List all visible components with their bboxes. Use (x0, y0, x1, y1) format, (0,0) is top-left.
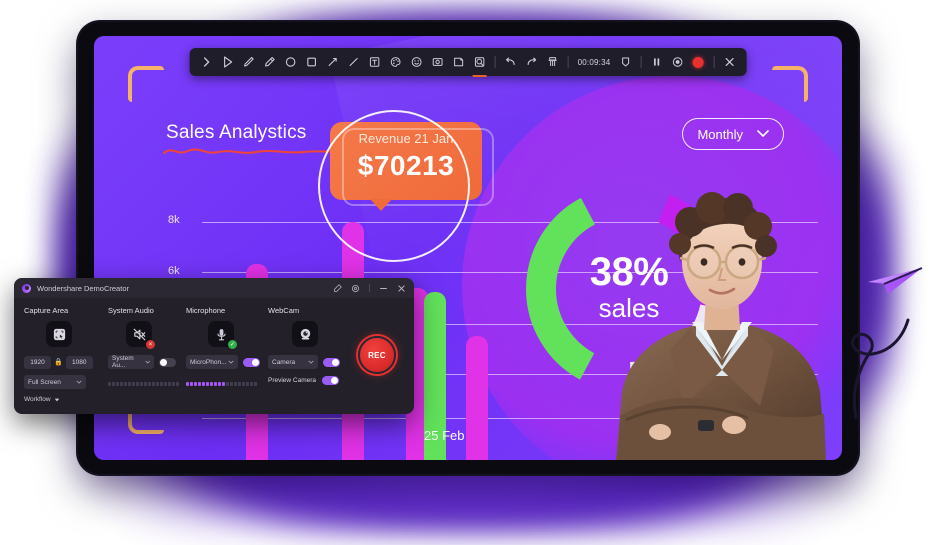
camera-toggle[interactable] (323, 357, 340, 367)
ellipse-tool-icon[interactable] (281, 52, 301, 72)
chart-bar-last (466, 336, 488, 460)
settings-gear-icon[interactable] (351, 284, 360, 293)
record-dot-icon (692, 56, 704, 68)
microphone-enabled-badge: ✓ (228, 340, 237, 349)
system-audio-toggle[interactable] (159, 357, 176, 367)
microphone-toggle[interactable] (243, 357, 260, 367)
paper-plane-icon (868, 267, 923, 294)
capture-bracket-top-left (128, 66, 164, 102)
color-palette-icon[interactable] (386, 52, 406, 72)
title-divider (369, 284, 370, 292)
redo-button[interactable] (522, 52, 542, 72)
capture-frame-button[interactable] (667, 52, 687, 72)
capture-width-input[interactable]: 1920 (24, 355, 51, 369)
y-axis-label-6k: 6k (168, 265, 180, 277)
system-audio-level-meter (108, 382, 186, 386)
magnifier-tool-icon[interactable] (470, 52, 490, 77)
chevron-down-icon (145, 360, 150, 364)
capture-mode-select[interactable]: Full Screen (24, 375, 86, 389)
democreator-window[interactable]: Wondershare DemoCreator Capture Area Sys… (14, 278, 414, 414)
chevron-down-icon (54, 398, 59, 401)
emoji-tool-icon[interactable] (407, 52, 427, 72)
stop-record-button[interactable] (688, 52, 708, 72)
edit-mode-icon[interactable] (333, 283, 342, 293)
lock-icon[interactable]: 🔒 (54, 358, 63, 366)
loop-trail-line (851, 318, 910, 420)
window-title-bar: Wondershare DemoCreator (14, 278, 414, 298)
sticker-tool-icon[interactable] (449, 52, 469, 72)
capture-height-input[interactable]: 1080 (65, 355, 93, 369)
microphone-level-meter (186, 382, 268, 386)
wondershare-logo-icon (22, 283, 31, 293)
text-tool-icon[interactable] (365, 52, 385, 72)
section-labels-row: Capture Area System Audio Microphone Web… (24, 306, 404, 315)
pen-tool-icon[interactable] (239, 52, 259, 72)
toolbar-divider (713, 56, 715, 68)
workflow-label: Workflow (24, 396, 51, 403)
label-capture-area: Capture Area (24, 306, 69, 315)
camera-device-label: Camera (272, 358, 296, 366)
revenue-tooltip: Revenue 21 Jan $70213 (330, 122, 494, 211)
recorder-toolbar[interactable]: 00:09:34 (189, 48, 747, 77)
camera-device-select[interactable]: Camera (268, 355, 318, 369)
label-webcam: WebCam (268, 306, 300, 315)
presenter-photo (616, 192, 826, 460)
preview-camera-label: Preview Camera (268, 377, 317, 384)
undo-button[interactable] (501, 52, 521, 72)
screenshot-button[interactable] (615, 52, 635, 72)
recording-timer: 00:09:34 (577, 57, 611, 67)
pause-recording-button[interactable] (646, 52, 666, 72)
microphone-device-select[interactable]: MicroPhon... (186, 355, 238, 369)
system-audio-muted-icon[interactable]: × (126, 321, 155, 349)
spotlight-tool-icon[interactable] (428, 52, 448, 72)
screenshot-root: 8k 6k Sales Analystics Revenue 21 Jan $7… (0, 0, 932, 545)
device-controls-row: 1920 🔒 1080 System Au... MicroPhon... Ca… (24, 355, 404, 369)
erase-all-button[interactable] (543, 52, 563, 72)
secondary-controls-row: Full Screen Workflow Preview Camera (24, 375, 404, 403)
system-audio-device-label: System Au... (112, 355, 134, 369)
preview-camera-toggle[interactable] (322, 376, 340, 385)
microphone-device-label: MicroPhon... (190, 358, 227, 366)
chevron-down-icon (76, 380, 82, 384)
record-button[interactable]: REC (358, 336, 396, 374)
tooltip-tail (370, 199, 392, 211)
arrow-tool-icon[interactable] (323, 52, 343, 72)
workflow-dropdown[interactable]: Workflow (24, 396, 108, 403)
device-icons-row: × ✓ (24, 321, 404, 349)
highlighter-tool-icon[interactable] (260, 52, 280, 72)
window-title-actions (333, 283, 406, 293)
tooltip-value: $70213 (357, 150, 455, 181)
x-axis-label: 25 Feb (424, 428, 465, 443)
rectangle-tool-icon[interactable] (302, 52, 322, 72)
close-button[interactable] (397, 284, 406, 293)
annotation-squiggle (163, 148, 343, 154)
chevron-down-icon (228, 360, 234, 364)
minimize-button[interactable] (379, 284, 388, 293)
system-audio-device-select[interactable]: System Au... (108, 355, 154, 369)
capture-bracket-top-right (772, 66, 808, 102)
tooltip-label: Revenue 21 Jan (358, 131, 454, 146)
capture-mode-label: Full Screen (28, 378, 61, 386)
window-title-label: Wondershare DemoCreator (37, 283, 129, 293)
chevron-down-icon (308, 360, 314, 364)
period-selector-dropdown[interactable]: Monthly (682, 118, 784, 150)
line-tool-icon[interactable] (344, 52, 364, 72)
webcam-icon[interactable] (292, 321, 318, 347)
system-audio-disabled-badge: × (146, 340, 155, 349)
y-axis-label-8k: 8k (168, 214, 180, 226)
microphone-icon[interactable]: ✓ (208, 321, 237, 349)
toolbar-divider (567, 56, 569, 68)
toolbar-divider (494, 56, 496, 68)
close-toolbar-button[interactable] (719, 52, 739, 72)
page-title: Sales Analystics (166, 122, 307, 143)
period-selector-label: Monthly (697, 126, 743, 142)
cursor-tool-icon[interactable] (218, 52, 238, 72)
capture-area-icon[interactable] (46, 321, 72, 347)
label-system-audio: System Audio (108, 306, 154, 315)
toolbar-divider (640, 56, 642, 68)
chevron-down-icon (757, 130, 769, 138)
window-body: Capture Area System Audio Microphone Web… (14, 298, 414, 403)
label-microphone: Microphone (186, 306, 226, 315)
expand-chevron-icon[interactable] (197, 52, 217, 72)
